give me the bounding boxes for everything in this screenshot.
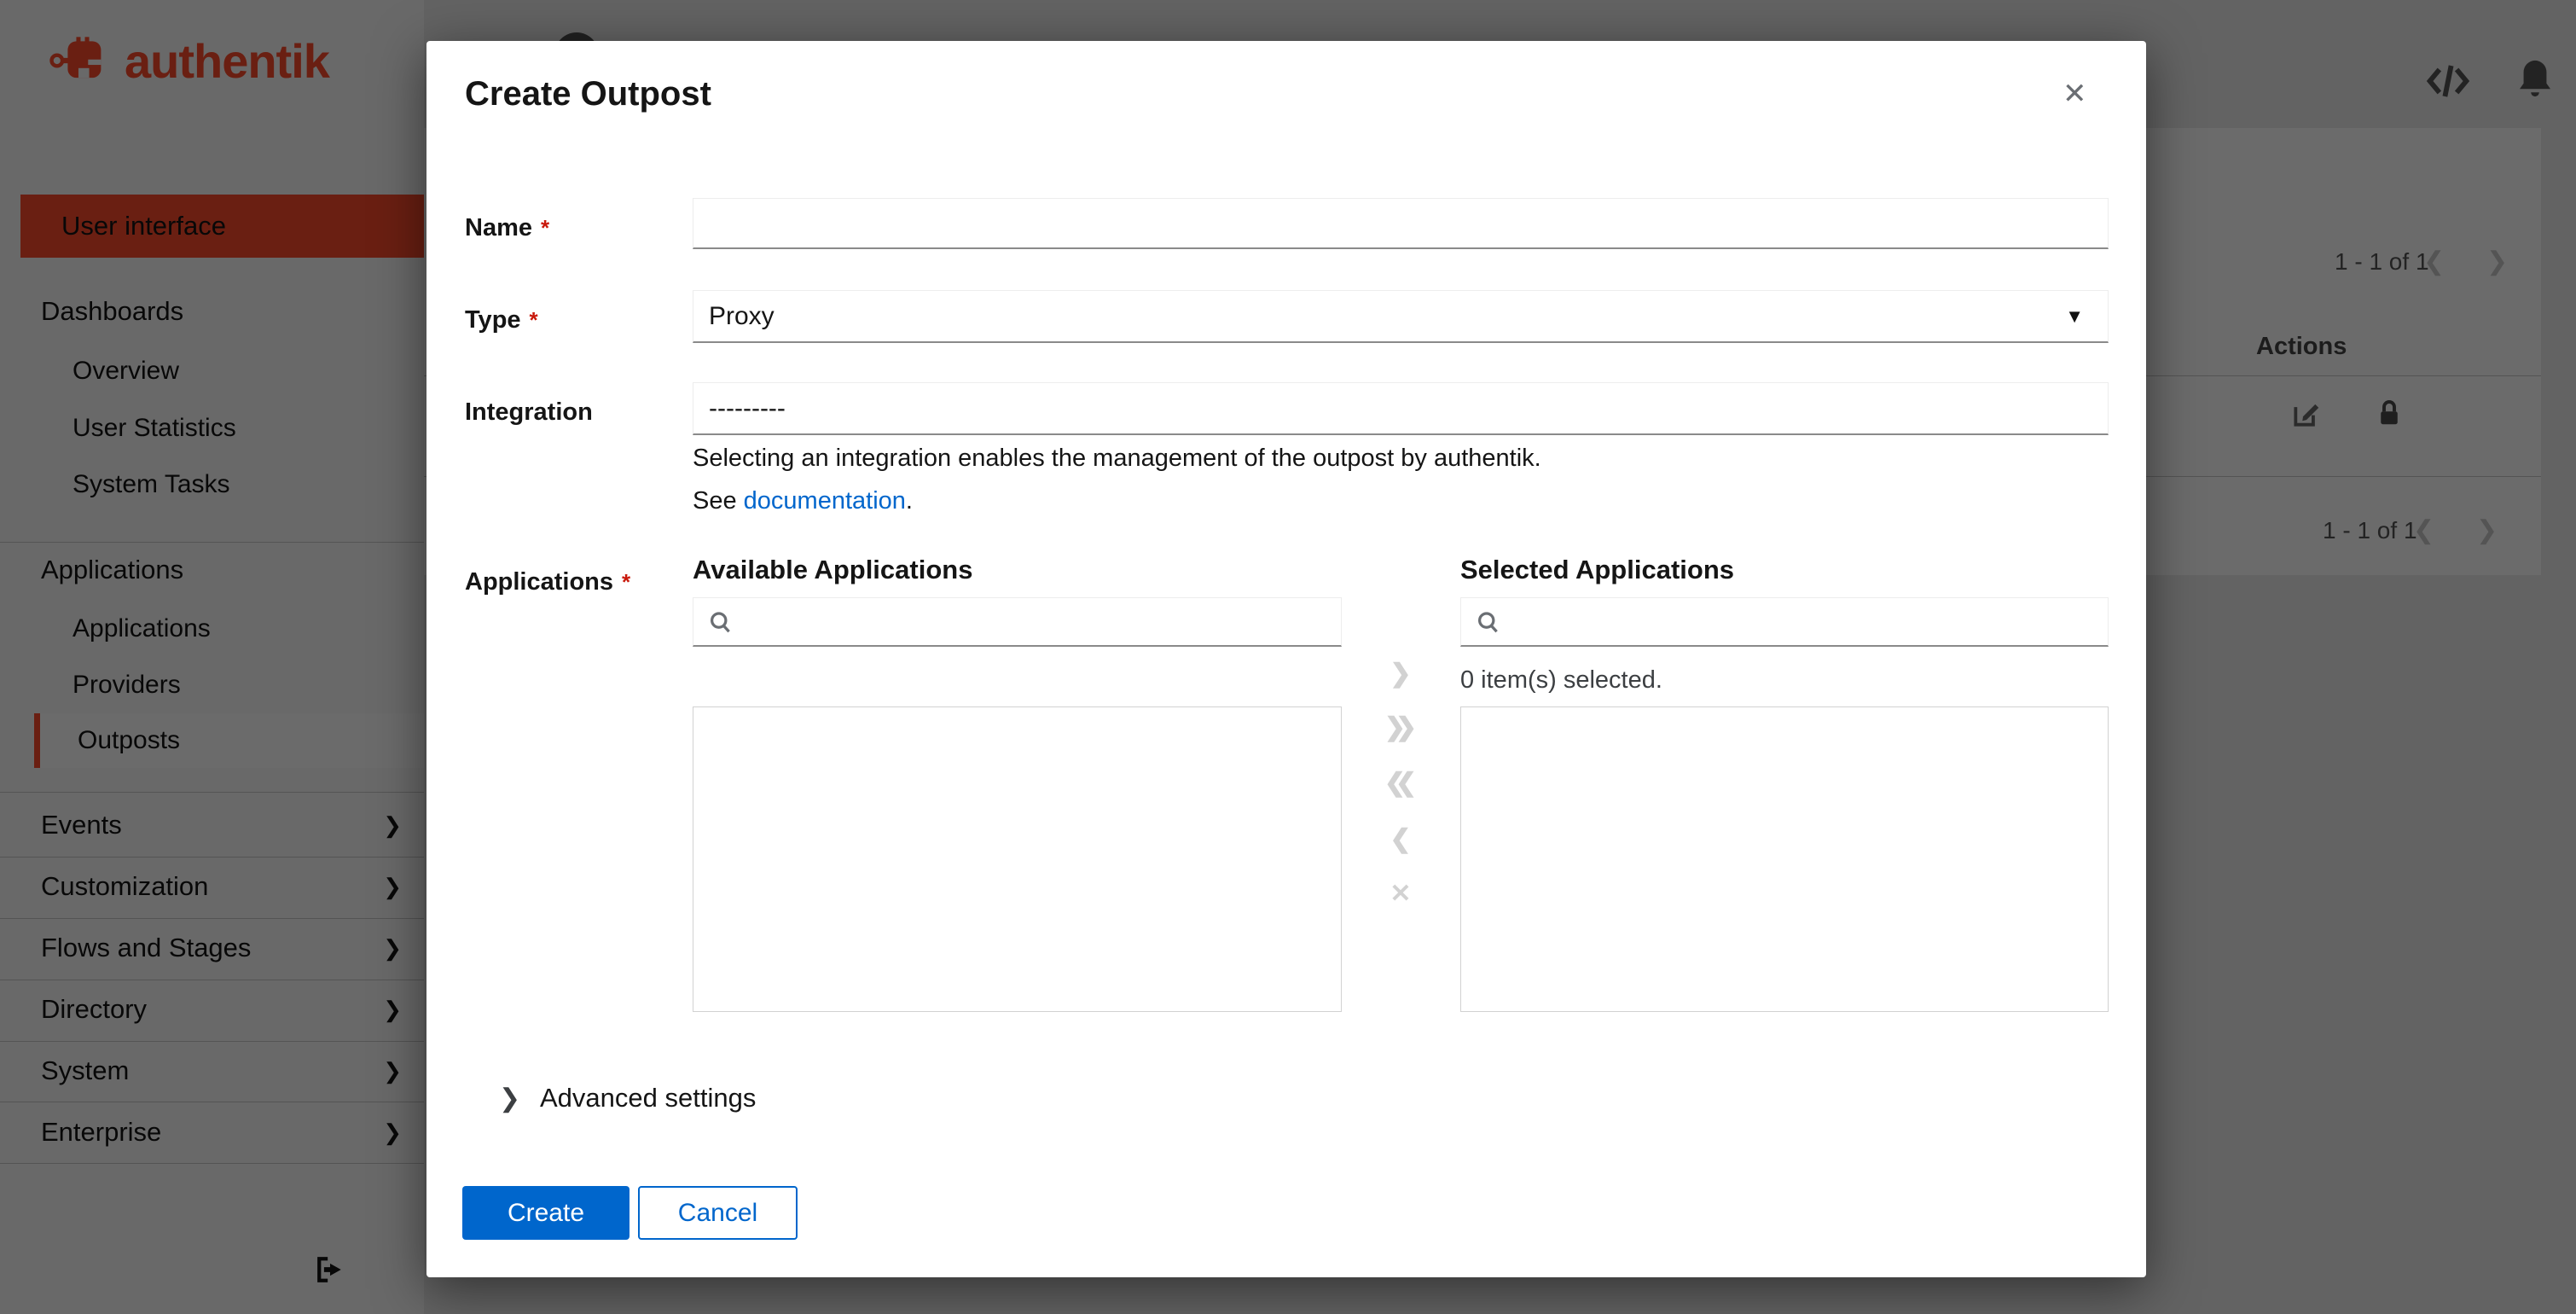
search-icon [1475,609,1500,635]
type-select[interactable]: Proxy ▼ [693,290,2109,343]
selected-search[interactable] [1460,597,2109,647]
close-icon[interactable]: ✕ [2063,73,2087,114]
transfer-add-all-icon[interactable]: ❯❯ [1381,708,1420,747]
integration-help-docs: See documentation. [693,486,913,515]
available-applications-title: Available Applications [693,555,972,584]
search-icon [707,609,733,635]
integration-help-text: Selecting an integration enables the man… [693,444,1541,473]
advanced-settings-toggle[interactable]: Advanced settings [540,1082,756,1114]
create-button[interactable]: Create [462,1186,629,1240]
transfer-add-icon[interactable]: ❯ [1381,654,1420,694]
available-applications-list[interactable] [693,706,1342,1012]
cancel-button[interactable]: Cancel [638,1186,798,1240]
available-search-input[interactable] [743,607,1327,637]
transfer-clear-icon[interactable]: ✕ [1381,875,1420,914]
required-marker: * [530,307,538,333]
integration-select[interactable]: --------- [693,382,2109,435]
name-input[interactable] [693,198,2109,249]
applications-label: Applications* [465,567,630,596]
caret-down-icon: ▼ [2065,291,2084,342]
integration-label: Integration [465,387,593,438]
name-label: Name* [465,202,549,253]
transfer-remove-all-icon[interactable]: ❮❮ [1381,764,1420,803]
selected-count-label: 0 item(s) selected. [1460,667,1662,693]
required-marker: * [541,215,549,241]
selected-applications-title: Selected Applications [1460,555,1734,584]
create-outpost-modal: Create Outpost ✕ Name* Type* Proxy ▼ Int… [426,41,2146,1277]
type-label: Type* [465,294,538,346]
documentation-link[interactable]: documentation [744,487,906,515]
selected-applications-list[interactable] [1460,706,2109,1012]
transfer-remove-icon[interactable]: ❮ [1381,820,1420,859]
modal-title: Create Outpost [465,73,711,114]
required-marker: * [622,569,630,595]
advanced-settings-chevron-icon[interactable]: ❯ [499,1084,520,1114]
selected-search-input[interactable] [1511,607,2094,637]
available-search[interactable] [693,597,1342,647]
